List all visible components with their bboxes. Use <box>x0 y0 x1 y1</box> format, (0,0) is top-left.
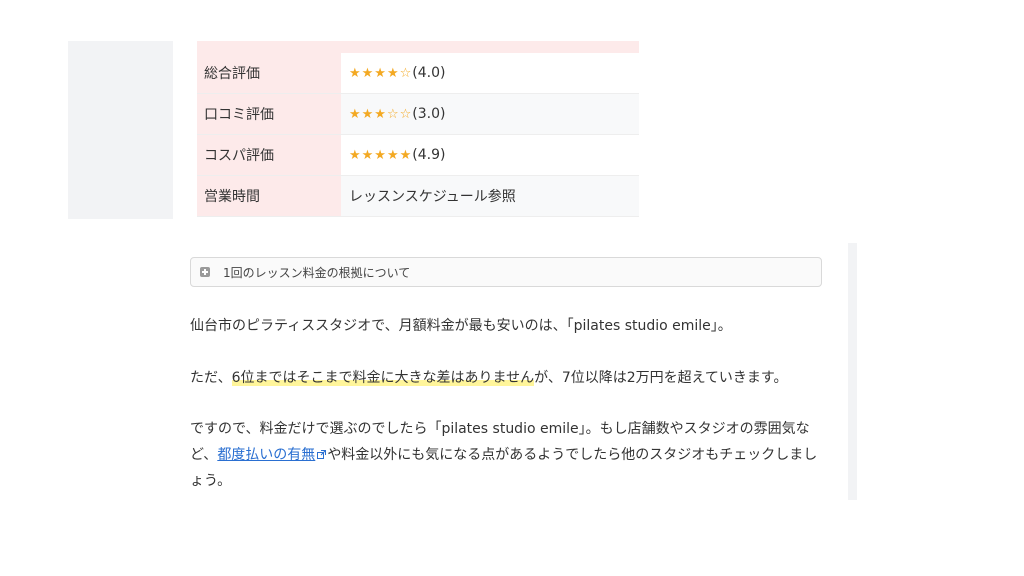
row-label: コスパ評価 <box>197 134 341 176</box>
score-text: (4.0) <box>412 65 446 81</box>
highlighted-text: 6位まではそこまで料金に大きな差はありません <box>231 370 535 386</box>
fee-basis-accordion[interactable]: 1回のレッスン料金の根拠について <box>190 257 822 287</box>
plus-square-icon <box>200 267 210 277</box>
row-label: 営業時間 <box>197 175 341 217</box>
star-rating: ★★★★☆ <box>349 66 413 81</box>
paragraph-text: が、7位以降は2万円を超えていきます。 <box>534 370 788 386</box>
paragraph-recommendation: ですので、料金だけで選ぶのでしたら「pilates studio emile」。… <box>190 416 830 494</box>
paragraph-price-difference: ただ、6位まではそこまで料金に大きな差はありませんが、7位以降は2万円を超えてい… <box>190 365 830 391</box>
accordion-label: 1回のレッスン料金の根拠について <box>223 265 411 280</box>
table-top-edge <box>197 41 639 53</box>
paragraph-text: ただ、 <box>190 370 232 386</box>
score-text: (4.9) <box>412 147 446 163</box>
star-rating: ★★★★★ <box>349 148 413 163</box>
external-link-icon <box>317 450 327 459</box>
per-visit-payment-link[interactable]: 都度払いの有無 <box>217 447 315 463</box>
table-row-reviews: 口コミ評価 ★★★☆☆(3.0) <box>197 93 639 135</box>
star-rating: ★★★☆☆ <box>349 107 413 122</box>
right-rail <box>848 243 857 500</box>
rating-table: 総合評価 ★★★★☆(4.0) 口コミ評価 ★★★☆☆(3.0) コスパ評価 ★… <box>197 41 639 219</box>
row-label: 総合評価 <box>197 53 341 94</box>
table-row-cost: コスパ評価 ★★★★★(4.9) <box>197 134 639 176</box>
row-value: レッスンスケジュール参照 <box>341 175 639 217</box>
table-row-overall: 総合評価 ★★★★☆(4.0) <box>197 53 639 94</box>
paragraph-cheapest: 仙台市のピラティススタジオで、月額料金が最も安いのは、「pilates stud… <box>190 318 732 334</box>
score-text: (3.0) <box>412 106 446 122</box>
row-value: ★★★★☆(4.0) <box>341 53 639 94</box>
left-gutter <box>68 41 173 219</box>
row-label: 口コミ評価 <box>197 93 341 135</box>
table-row-hours: 営業時間 レッスンスケジュール参照 <box>197 175 639 217</box>
row-value: ★★★★★(4.9) <box>341 134 639 176</box>
row-value: ★★★☆☆(3.0) <box>341 93 639 135</box>
